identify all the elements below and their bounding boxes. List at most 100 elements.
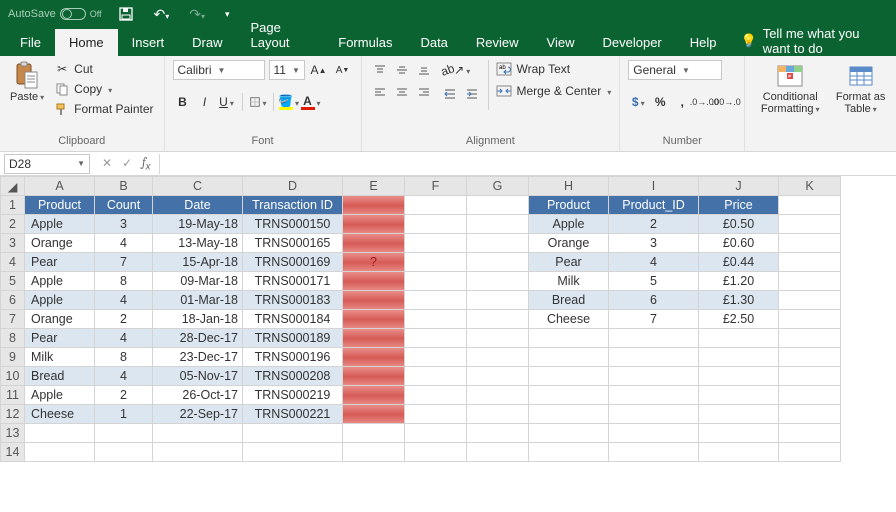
tab-insert[interactable]: Insert bbox=[118, 29, 179, 56]
cell-C11[interactable]: 26-Oct-17 bbox=[153, 386, 243, 405]
cell-C2[interactable]: 19-May-18 bbox=[153, 215, 243, 234]
cell-A1[interactable]: Product bbox=[25, 196, 95, 215]
cell-F5[interactable] bbox=[405, 272, 467, 291]
cell-H9[interactable] bbox=[529, 348, 609, 367]
cell-J4[interactable]: £0.44 bbox=[699, 253, 779, 272]
cell-H12[interactable] bbox=[529, 405, 609, 424]
cell-A7[interactable]: Orange bbox=[25, 310, 95, 329]
cell-J11[interactable] bbox=[699, 386, 779, 405]
cell-J6[interactable]: £1.30 bbox=[699, 291, 779, 310]
col-header-C[interactable]: C bbox=[153, 177, 243, 196]
cell-F7[interactable] bbox=[405, 310, 467, 329]
cell-A8[interactable]: Pear bbox=[25, 329, 95, 348]
cell-K1[interactable] bbox=[779, 196, 841, 215]
font-name-combo[interactable]: Calibri▼ bbox=[173, 60, 265, 80]
tab-developer[interactable]: Developer bbox=[589, 29, 676, 56]
cell-K12[interactable] bbox=[779, 405, 841, 424]
cell-B13[interactable] bbox=[95, 424, 153, 443]
cell-B11[interactable]: 2 bbox=[95, 386, 153, 405]
cell-I7[interactable]: 7 bbox=[609, 310, 699, 329]
cell-I9[interactable] bbox=[609, 348, 699, 367]
cell-F11[interactable] bbox=[405, 386, 467, 405]
cell-D3[interactable]: TRNS000165 bbox=[243, 234, 343, 253]
orientation-button[interactable]: ab↗ bbox=[440, 60, 472, 80]
cell-I3[interactable]: 3 bbox=[609, 234, 699, 253]
cell-C5[interactable]: 09-Mar-18 bbox=[153, 272, 243, 291]
cell-E13[interactable] bbox=[343, 424, 405, 443]
cell-H7[interactable]: Cheese bbox=[529, 310, 609, 329]
tab-view[interactable]: View bbox=[533, 29, 589, 56]
name-box[interactable]: D28▼ bbox=[4, 154, 90, 174]
cell-D2[interactable]: TRNS000150 bbox=[243, 215, 343, 234]
cell-E1[interactable] bbox=[343, 196, 405, 215]
cell-A6[interactable]: Apple bbox=[25, 291, 95, 310]
cell-F6[interactable] bbox=[405, 291, 467, 310]
cell-J1[interactable]: Price bbox=[699, 196, 779, 215]
cell-C7[interactable]: 18-Jan-18 bbox=[153, 310, 243, 329]
number-format-combo[interactable]: General▼ bbox=[628, 60, 722, 80]
tab-formulas[interactable]: Formulas bbox=[324, 29, 406, 56]
cell-F10[interactable] bbox=[405, 367, 467, 386]
increase-indent-button[interactable] bbox=[462, 84, 482, 104]
cell-J7[interactable]: £2.50 bbox=[699, 310, 779, 329]
cell-C13[interactable] bbox=[153, 424, 243, 443]
align-top-button[interactable] bbox=[370, 60, 390, 80]
cell-G1[interactable] bbox=[467, 196, 529, 215]
cell-G7[interactable] bbox=[467, 310, 529, 329]
tab-help[interactable]: Help bbox=[676, 29, 731, 56]
cell-H8[interactable] bbox=[529, 329, 609, 348]
col-header-E[interactable]: E bbox=[343, 177, 405, 196]
cell-B2[interactable]: 3 bbox=[95, 215, 153, 234]
cell-H2[interactable]: Apple bbox=[529, 215, 609, 234]
cell-E10[interactable] bbox=[343, 367, 405, 386]
cell-D1[interactable]: Transaction ID bbox=[243, 196, 343, 215]
align-center-button[interactable] bbox=[392, 82, 412, 102]
cell-I6[interactable]: 6 bbox=[609, 291, 699, 310]
cell-C14[interactable] bbox=[153, 443, 243, 462]
cell-C12[interactable]: 22-Sep-17 bbox=[153, 405, 243, 424]
cell-D6[interactable]: TRNS000183 bbox=[243, 291, 343, 310]
cell-E6[interactable] bbox=[343, 291, 405, 310]
cell-K9[interactable] bbox=[779, 348, 841, 367]
row-header-12[interactable]: 12 bbox=[1, 405, 25, 424]
row-header-9[interactable]: 9 bbox=[1, 348, 25, 367]
cell-F13[interactable] bbox=[405, 424, 467, 443]
cell-B4[interactable]: 7 bbox=[95, 253, 153, 272]
cell-A13[interactable] bbox=[25, 424, 95, 443]
cell-G8[interactable] bbox=[467, 329, 529, 348]
conditional-formatting-button[interactable]: ≠ Conditional Formatting bbox=[753, 60, 827, 117]
cell-H11[interactable] bbox=[529, 386, 609, 405]
cell-A12[interactable]: Cheese bbox=[25, 405, 95, 424]
col-header-J[interactable]: J bbox=[699, 177, 779, 196]
cell-B6[interactable]: 4 bbox=[95, 291, 153, 310]
cell-B7[interactable]: 2 bbox=[95, 310, 153, 329]
worksheet-grid[interactable]: ◢ABCDEFGHIJK1ProductCountDateTransaction… bbox=[0, 176, 896, 462]
cell-F2[interactable] bbox=[405, 215, 467, 234]
cell-G3[interactable] bbox=[467, 234, 529, 253]
cell-F1[interactable] bbox=[405, 196, 467, 215]
format-as-table-button[interactable]: Format as Table bbox=[833, 60, 888, 117]
cell-K11[interactable] bbox=[779, 386, 841, 405]
fill-color-button[interactable]: 🪣 bbox=[279, 92, 299, 112]
cell-K14[interactable] bbox=[779, 443, 841, 462]
cell-J8[interactable] bbox=[699, 329, 779, 348]
borders-button[interactable] bbox=[248, 92, 268, 112]
save-icon[interactable] bbox=[114, 6, 138, 22]
cell-K3[interactable] bbox=[779, 234, 841, 253]
cell-H10[interactable] bbox=[529, 367, 609, 386]
align-middle-button[interactable] bbox=[392, 60, 412, 80]
cancel-formula-icon[interactable]: ✕ bbox=[102, 156, 112, 170]
cell-G14[interactable] bbox=[467, 443, 529, 462]
decrease-decimal-button[interactable]: .00→.0 bbox=[716, 92, 736, 112]
tab-data[interactable]: Data bbox=[406, 29, 461, 56]
col-header-B[interactable]: B bbox=[95, 177, 153, 196]
row-header-10[interactable]: 10 bbox=[1, 367, 25, 386]
cell-B14[interactable] bbox=[95, 443, 153, 462]
tab-draw[interactable]: Draw bbox=[178, 29, 236, 56]
col-header-A[interactable]: A bbox=[25, 177, 95, 196]
cell-D11[interactable]: TRNS000219 bbox=[243, 386, 343, 405]
italic-button[interactable]: I bbox=[195, 92, 215, 112]
cell-C8[interactable]: 28-Dec-17 bbox=[153, 329, 243, 348]
cell-E14[interactable] bbox=[343, 443, 405, 462]
cell-F14[interactable] bbox=[405, 443, 467, 462]
